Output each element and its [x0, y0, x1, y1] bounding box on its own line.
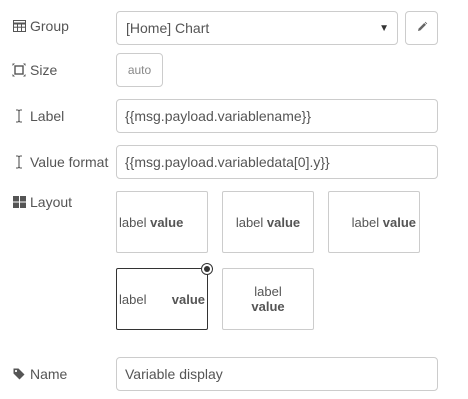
name-input-value: Variable display: [125, 366, 223, 382]
node-properties-form: Group [Home] Chart ▼ Size auto Label {{m…: [0, 0, 468, 399]
layout-option-value: value: [382, 215, 416, 230]
value-format-row-label: Value format: [12, 152, 108, 172]
layout-option-left[interactable]: label value: [116, 191, 208, 253]
layout-option-label: label: [119, 215, 147, 230]
layout-option-value: value: [266, 215, 301, 230]
group-select-value: [Home] Chart: [126, 20, 210, 36]
layout-option-value: value: [171, 292, 205, 307]
layout-option-right[interactable]: label value: [328, 191, 420, 253]
layout-option-center[interactable]: label value: [222, 191, 314, 253]
value-format-input[interactable]: {{msg.payload.variabledata[0].y}}: [116, 145, 438, 179]
text-cursor-icon: [12, 155, 26, 169]
label-row-label: Label: [12, 106, 64, 126]
resize-icon: [12, 63, 26, 77]
selected-radio-icon: [201, 263, 213, 275]
size-button[interactable]: auto: [116, 53, 163, 87]
layout-row-label: Layout: [12, 192, 72, 212]
layout-option-value: value: [150, 215, 184, 230]
value-format-label: Value format: [30, 154, 109, 170]
name-row-label: Name: [12, 364, 67, 384]
layout-option-spread[interactable]: label value: [116, 263, 213, 330]
label-input-value: {{msg.payload.variablename}}: [125, 108, 312, 124]
name-input[interactable]: Variable display: [116, 357, 438, 391]
edit-group-button[interactable]: [405, 11, 438, 45]
layout-option-label: label: [119, 292, 147, 307]
tag-icon: [12, 367, 26, 381]
layout-option-label: label: [254, 284, 282, 299]
layout-option-stacked[interactable]: label value: [222, 268, 314, 330]
layout-option-label: label: [235, 215, 264, 230]
group-select[interactable]: [Home] Chart ▼: [116, 11, 398, 45]
text-cursor-icon: [12, 109, 26, 123]
chevron-down-icon: ▼: [379, 22, 389, 34]
value-format-input-value: {{msg.payload.variabledata[0].y}}: [125, 154, 330, 170]
size-value: auto: [127, 63, 152, 77]
layout-option-label: label: [351, 215, 380, 230]
group-row-label: Group: [12, 16, 69, 36]
name-label: Name: [30, 366, 68, 382]
table-icon: [12, 19, 26, 33]
group-label: Group: [30, 18, 69, 34]
size-label: Size: [30, 62, 58, 78]
label-label: Label: [30, 108, 65, 124]
size-row-label: Size: [12, 60, 57, 80]
pencil-icon: [416, 21, 428, 36]
layout-option-value: value: [251, 299, 285, 314]
layout-label: Layout: [30, 194, 73, 210]
label-input[interactable]: {{msg.payload.variablename}}: [116, 99, 438, 133]
grid-icon: [12, 195, 26, 209]
